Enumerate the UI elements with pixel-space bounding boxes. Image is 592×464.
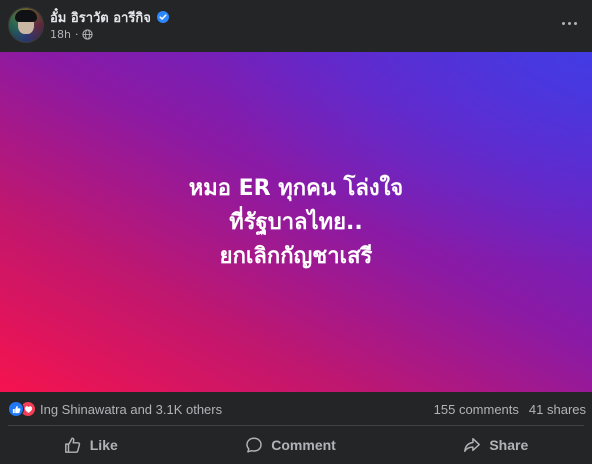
post-body-text: หมอ ER ทุกคน โล่งใจ ที่รัฐบาลไทย.. ยกเลิ… bbox=[0, 172, 592, 274]
more-options-icon[interactable] bbox=[560, 14, 578, 32]
engagement-counts: 155 comments 41 shares bbox=[434, 401, 586, 417]
post-actions: Like Comment Share bbox=[0, 426, 592, 464]
comment-bubble-icon bbox=[245, 436, 263, 454]
shares-count[interactable]: 41 shares bbox=[529, 402, 586, 417]
post-time[interactable]: 18h bbox=[50, 28, 71, 41]
share-label: Share bbox=[489, 437, 529, 453]
post-text-background[interactable]: หมอ ER ทุกคน โล่งใจ ที่รัฐบาลไทย.. ยกเลิ… bbox=[0, 52, 592, 392]
thumbs-up-icon bbox=[64, 436, 82, 454]
author-row: อั๋ม อิราวัต อารีกิจ bbox=[50, 8, 169, 26]
reactions-text[interactable]: Ing Shinawatra and 3.1K others bbox=[40, 402, 222, 417]
post-meta: 18h · bbox=[50, 27, 94, 41]
post-line: ที่รัฐบาลไทย.. bbox=[229, 210, 363, 235]
globe-icon bbox=[82, 28, 94, 40]
reaction-summary[interactable]: Ing Shinawatra and 3.1K others bbox=[8, 401, 222, 417]
avatar-hair bbox=[15, 10, 37, 22]
comments-count[interactable]: 155 comments bbox=[434, 402, 519, 417]
comment-button[interactable]: Comment bbox=[231, 430, 350, 460]
avatar[interactable] bbox=[8, 7, 44, 43]
share-arrow-icon bbox=[463, 436, 481, 454]
verified-badge-icon bbox=[156, 11, 169, 23]
author-name[interactable]: อั๋ม อิราวัต อารีกิจ bbox=[50, 7, 151, 28]
share-button[interactable]: Share bbox=[449, 430, 542, 460]
post-line: ยกเลิกกัญชาเสรี bbox=[219, 244, 373, 269]
like-label: Like bbox=[89, 437, 118, 453]
like-button[interactable]: Like bbox=[50, 430, 132, 460]
like-reaction-icon bbox=[8, 401, 24, 417]
post-line: หมอ ER ทุกคน โล่งใจ bbox=[188, 176, 404, 201]
comment-label: Comment bbox=[271, 437, 336, 453]
post-stats: Ing Shinawatra and 3.1K others 155 comme… bbox=[0, 392, 592, 426]
post-header: อั๋ม อิราวัต อารีกิจ 18h · bbox=[0, 0, 592, 52]
